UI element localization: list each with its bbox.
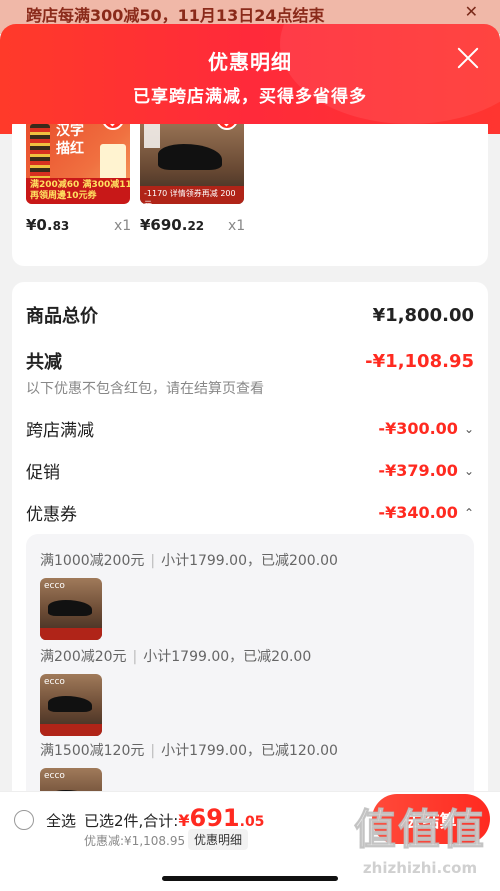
coupon-rule: 满1000减200元 (40, 553, 145, 569)
thumb-title: 汉字 描红 (56, 124, 84, 157)
discount-label: 优惠券 (26, 505, 77, 525)
total-decimal: .05 (239, 814, 265, 830)
divider: | (150, 553, 156, 569)
discount-label: 促销 (26, 463, 60, 483)
discount-amount: -¥340.00 (378, 503, 458, 522)
coupon-detail: 小计1799.00，已减20.00 (143, 649, 312, 665)
coupon-rule: 满1500减120元 (40, 743, 145, 759)
price-summary-card: 商品总价 ¥1,800.00 共减 -¥1,108.95 以下优惠不包含红包，请… (12, 282, 488, 791)
crayon-graphic (30, 124, 50, 184)
banner-close-icon[interactable]: ✕ (465, 2, 478, 21)
coupon-rule-row: 满200减20元 | 小计1799.00，已减20.00 (40, 646, 311, 666)
price-integer: ¥690. (140, 216, 188, 234)
discount-row-promotion[interactable]: 促销 -¥379.00 ⌄ (26, 458, 474, 483)
select-all-radio[interactable] (14, 810, 34, 830)
home-indicator[interactable] (162, 876, 338, 881)
discount-value: -¥379.00 ⌄ (378, 461, 474, 480)
total-label: 商品总价 (26, 306, 98, 327)
sheet-content: 汉字 描红 满200减60 满300减110 再領周邊10元券 ¥0.83 x1… (0, 124, 500, 791)
discount-total: 优惠减:¥1,108.95 (84, 834, 186, 848)
shoe-graphic (48, 696, 92, 712)
site-watermark: 值值值 zhizhizhi.com (340, 796, 500, 891)
thumb-promo: 满200减60 满300减110 再領周邊10元券 (26, 178, 130, 204)
coupon-product-thumbnail: ecco (40, 768, 102, 791)
shoe-graphic (158, 144, 222, 170)
shoe-graphic (48, 600, 92, 616)
divider: | (132, 649, 138, 665)
thumb-footer (40, 724, 102, 736)
coupon-rule: 满200减20元 (40, 649, 127, 665)
coupon-detail-list: 满1000减200元 | 小计1799.00，已减200.00 ecco 满200减… (26, 534, 474, 791)
banner-text: 跨店每满300减50，11月13日24点结束 (26, 6, 325, 25)
chevron-down-icon[interactable]: ⌄ (464, 464, 474, 478)
currency-symbol: ¥ (178, 811, 190, 830)
discount-value: -¥300.00 ⌄ (378, 419, 474, 438)
product-item[interactable]: -1170 详情领券再减 200元 (140, 124, 244, 204)
coupon-rule-row: 满1500减120元 | 小计1799.00，已减120.00 (40, 740, 338, 760)
selected-summary: 已选2件,合计:¥691.05 (84, 804, 264, 832)
chevron-up-icon[interactable]: ⌃ (464, 506, 474, 520)
coupon-rule-row: 满1000减200元 | 小计1799.00，已减200.00 (40, 550, 338, 570)
product-card: 汉字 描红 满200减60 满300减110 再領周邊10元券 ¥0.83 x1… (12, 124, 488, 266)
reduce-row: 共减 -¥1,108.95 (26, 348, 474, 374)
brand-box (144, 124, 160, 148)
discount-row-cross-store[interactable]: 跨店满减 -¥300.00 ⌄ (26, 416, 474, 441)
discount-detail-button[interactable]: 优惠明细 (188, 829, 249, 850)
product-qty: x1 (228, 218, 246, 234)
total-value: ¥1,800.00 (372, 304, 474, 326)
total-row: 商品总价 ¥1,800.00 (26, 302, 474, 328)
price-decimal: 22 (187, 219, 205, 233)
discount-amount: -¥300.00 (378, 419, 458, 438)
product-price: ¥0.83 (26, 216, 69, 234)
price-integer: ¥0. (26, 216, 53, 234)
sheet-subtitle: 已享跨店满减，买得多省得多 (133, 87, 367, 107)
reduce-value: -¥1,108.95 (365, 350, 474, 372)
discount-note: 以下优惠不包含红包，请在结算页查看 (26, 381, 264, 397)
close-icon[interactable] (454, 44, 482, 72)
chevron-down-icon[interactable]: ⌄ (464, 422, 474, 436)
select-all-label[interactable]: 全选 (46, 810, 76, 831)
price-decimal: 83 (52, 219, 70, 233)
brand-logo: ecco (44, 581, 65, 591)
sheet-header: 优惠明细 已享跨店满减，买得多省得多 (0, 24, 500, 134)
discount-row-coupon[interactable]: 优惠券 -¥340.00 ⌃ (26, 500, 474, 525)
coupon-detail: 小计1799.00，已减120.00 (161, 743, 338, 759)
coupon-product-thumbnail: ecco (40, 674, 102, 736)
discount-label: 跨店满减 (26, 421, 94, 441)
sheet-title: 优惠明细 (208, 50, 292, 74)
brand-logo: ecco (44, 771, 65, 781)
divider: | (150, 743, 156, 759)
product-price: ¥690.22 (140, 216, 204, 234)
reduce-label: 共减 (26, 352, 62, 373)
thumb-promo: -1170 详情领券再减 200元 (140, 186, 244, 204)
product-thumbnail: 汉字 描红 满200减60 满300减110 再領周邊10元券 (26, 124, 130, 204)
coupon-product-thumbnail: ecco (40, 578, 102, 640)
total-amount: 691 (189, 804, 240, 832)
product-thumbnail: -1170 详情领券再减 200元 (140, 124, 244, 204)
thumb-footer (40, 628, 102, 640)
product-item[interactable]: 汉字 描红 满200减60 满300减110 再領周邊10元券 (26, 124, 130, 204)
watermark-logo: 值值值 (353, 805, 486, 855)
watermark-url: zhizhizhi.com (362, 859, 478, 877)
discount-amount: -¥379.00 (378, 461, 458, 480)
product-qty: x1 (114, 218, 132, 234)
selected-text: 已选2件,合计: (84, 812, 179, 830)
discount-value: -¥340.00 ⌃ (378, 503, 474, 522)
brand-logo: ecco (44, 677, 65, 687)
coupon-detail: 小计1799.00，已减200.00 (161, 553, 338, 569)
